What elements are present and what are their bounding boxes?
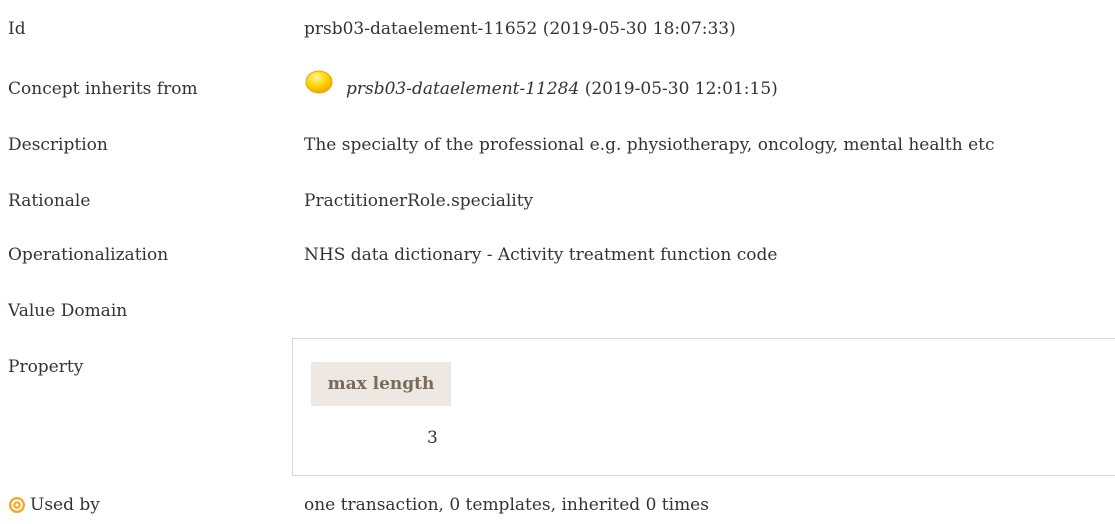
max-length-header: max length — [311, 362, 451, 406]
concept-inherits-value: prsb03-dataelement-11284 (2019-05-30 12:… — [346, 78, 778, 100]
row-concept-inherits: Concept inherits from prsb03-dataelement… — [0, 70, 1115, 108]
row-used-by: Used by one transaction, 0 templates, in… — [0, 494, 1115, 524]
rationale-value: PractitionerRole.speciality — [304, 191, 534, 211]
row-description: Description The specialty of the profess… — [0, 134, 1115, 164]
operationalization-value: NHS data dictionary - Activity treatment… — [304, 245, 778, 265]
property-table: max length 3 — [292, 338, 1115, 476]
target-icon — [9, 497, 25, 513]
row-value-domain: Value Domain — [0, 300, 1115, 330]
property-label: Property — [8, 357, 84, 377]
id-value: prsb03-dataelement-11652 (2019-05-30 18:… — [304, 19, 736, 39]
used-by-label: Used by — [30, 495, 100, 515]
row-id: Id prsb03-dataelement-11652 (2019-05-30 … — [0, 18, 1115, 48]
description-label: Description — [8, 135, 108, 155]
used-by-value: one transaction, 0 templates, inherited … — [304, 495, 709, 515]
row-operationalization: Operationalization NHS data dictionary -… — [0, 244, 1115, 274]
value-domain-label: Value Domain — [8, 301, 128, 321]
rationale-label: Rationale — [8, 191, 91, 211]
concept-inherits-label: Concept inherits from — [8, 79, 198, 99]
max-length-value: 3 — [427, 428, 438, 448]
row-rationale: Rationale PractitionerRole.speciality — [0, 190, 1115, 220]
description-value: The specialty of the professional e.g. p… — [304, 135, 995, 155]
id-label: Id — [8, 19, 26, 39]
operationalization-label: Operationalization — [8, 245, 169, 265]
concept-inherits-link[interactable]: prsb03-dataelement-11284 — [346, 79, 579, 99]
yellow-circle-icon — [305, 70, 333, 94]
concept-inherits-date: (2019-05-30 12:01:15) — [579, 79, 778, 99]
